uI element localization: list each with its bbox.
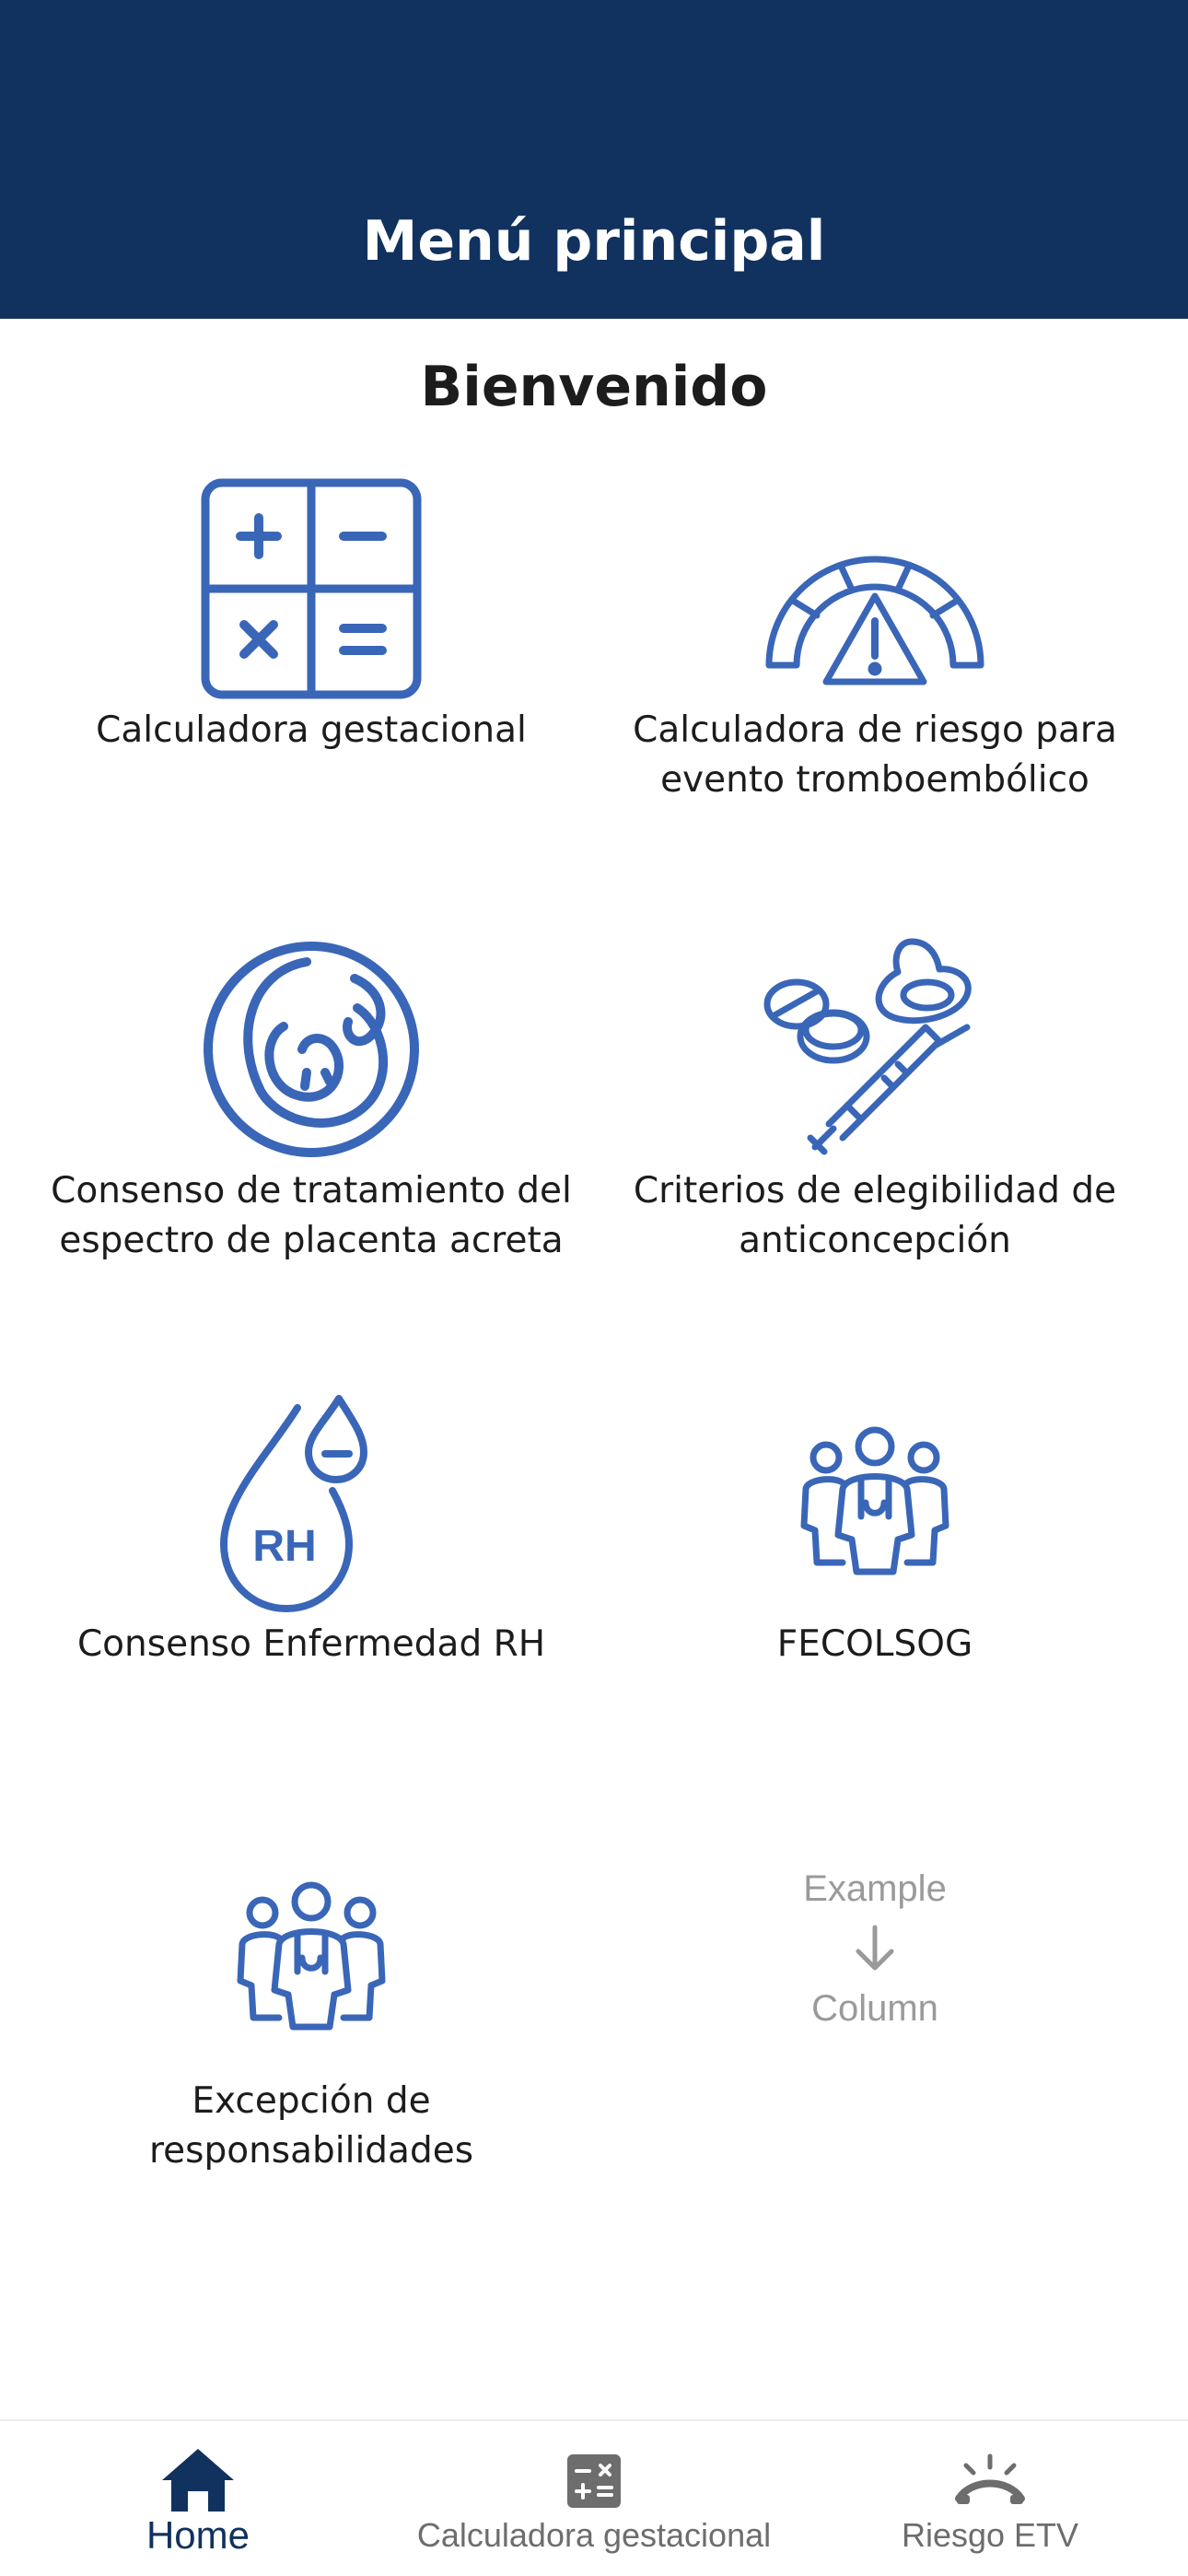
placeholder-bottom-text: Column <box>811 1988 938 2029</box>
nav-label: Calculadora gestacional <box>416 2516 772 2554</box>
tile-label: Consenso Enfermedad RH <box>76 1623 546 1665</box>
nav-calculadora[interactable]: Calculadora gestacional <box>414 2421 774 2576</box>
contraception-icon <box>763 938 972 1155</box>
svg-text:RH: RH <box>252 1522 316 1571</box>
doctors-group-icon <box>237 1881 386 2031</box>
tile-label: FECOLSOG <box>776 1623 973 1665</box>
example-column-placeholder: Example Column <box>599 1861 1151 2036</box>
tile-calculadora-gestacional[interactable]: Calculadora gestacional <box>17 470 606 783</box>
tile-anticoncepcion[interactable]: Criterios de elegibilidad de anticoncepc… <box>580 931 1170 1281</box>
arrow-down-icon <box>856 1925 894 1971</box>
nav-label: Riesgo ETV <box>901 2516 1079 2554</box>
rh-drop-icon: RH <box>220 1395 367 1612</box>
tile-calculadora-riesgo[interactable]: Calculadora de riesgo para evento trombo… <box>580 470 1170 829</box>
fetus-icon <box>204 942 419 1157</box>
tile-label: Calculadora de riesgo para evento trombo… <box>633 709 1117 801</box>
page-title: Menú principal <box>362 209 826 274</box>
placeholder-top-text: Example <box>803 1868 947 1909</box>
tile-excepcion-responsabilidades[interactable]: Excepción de responsabilidades <box>17 1843 606 2184</box>
app-bar: Menú principal <box>0 0 1188 319</box>
welcome-heading: Bienvenido <box>420 355 768 419</box>
tile-label: Calculadora gestacional <box>96 709 527 751</box>
tile-label: Consenso de tratamiento del espectro de … <box>51 1170 572 1261</box>
tile-label: Excepción de responsabilidades <box>148 2080 474 2172</box>
tile-enfermedad-rh[interactable]: RH Consenso Enfermedad RH <box>17 1388 606 1682</box>
calculator-icon <box>567 2454 621 2508</box>
bottom-navigation: Home Calculadora gestacional Riesgo ETV <box>0 2419 1188 2576</box>
app-screen: Menú principal Bienvenido Calculadora ge… <box>0 0 1188 2576</box>
tile-label: Criterios de elegibilidad de anticoncepc… <box>633 1170 1117 1261</box>
nav-home[interactable]: Home <box>74 2421 322 2576</box>
risk-gauge-icon <box>955 2453 1025 2504</box>
tile-placenta-acreta[interactable]: Consenso de tratamiento del espectro de … <box>17 931 606 1281</box>
nav-label: Home <box>146 2515 250 2556</box>
doctors-group-icon <box>800 1426 949 1575</box>
tile-fecolsog[interactable]: FECOLSOG <box>580 1388 1170 1682</box>
nav-riesgo-etv[interactable]: Riesgo ETV <box>884 2421 1096 2576</box>
calculator-icon <box>201 478 422 699</box>
home-icon <box>162 2449 234 2512</box>
risk-gauge-icon <box>765 556 984 685</box>
